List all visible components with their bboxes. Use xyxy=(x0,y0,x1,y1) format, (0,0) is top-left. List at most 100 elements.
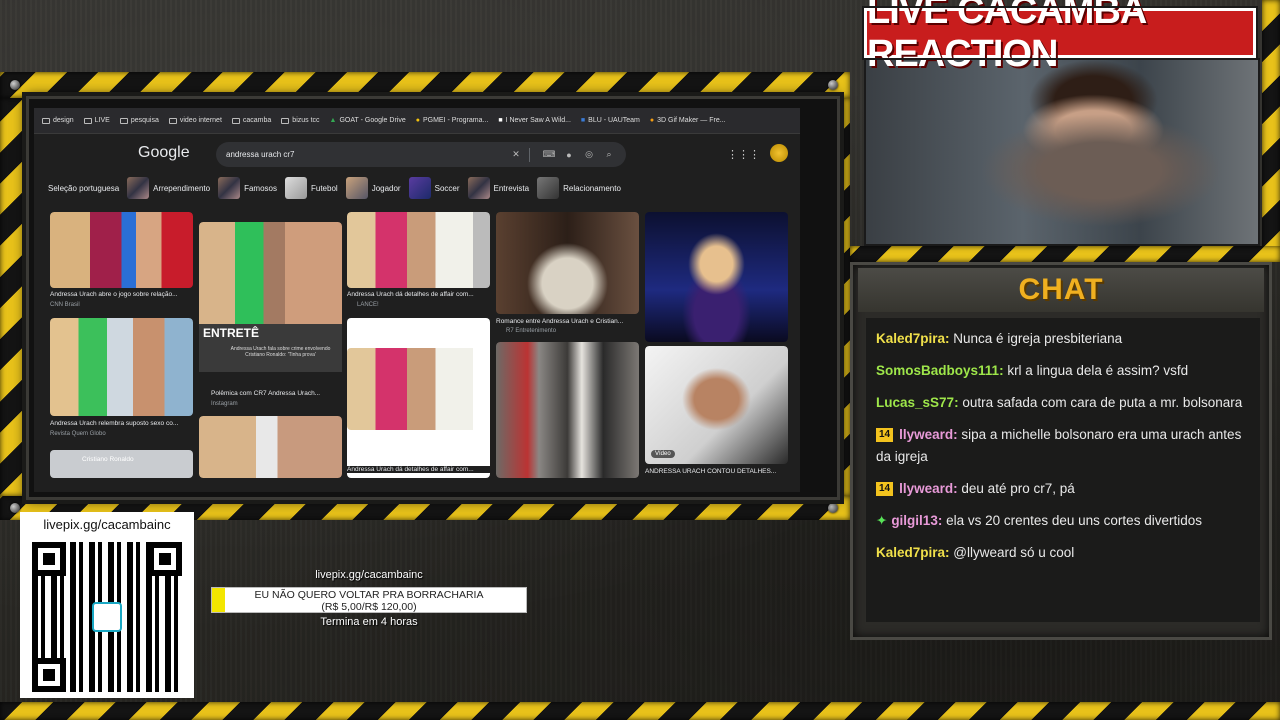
chat-username[interactable]: llyweard xyxy=(899,427,953,442)
image-result[interactable] xyxy=(645,212,788,342)
result-image xyxy=(199,416,342,478)
bookmark-3d-gif[interactable]: ● 3D Gif Maker — Fre... xyxy=(650,117,726,124)
result-caption: Polêmica com CR7 Andressa Urach... xyxy=(211,390,321,397)
bookmark-goat[interactable]: ▲ GOAT - Google Drive xyxy=(330,117,406,124)
chat-message: Kaled7pira: Nunca é igreja presbiteriana xyxy=(876,328,1250,350)
chat-username[interactable]: Kaled7pira xyxy=(876,545,945,560)
bolt-icon xyxy=(10,503,20,513)
result-caption: Cristiano Ronaldo xyxy=(82,456,134,463)
bookmark-bizus-tcc[interactable]: bizus tcc xyxy=(281,117,320,124)
chat-username[interactable]: llyweard xyxy=(899,481,953,496)
google-logo[interactable]: Google xyxy=(138,144,190,162)
result-image xyxy=(645,212,788,342)
chip-arrependimento[interactable]: Arrependimento xyxy=(127,177,210,199)
hazard-stripe-top xyxy=(0,72,850,98)
result-caption: Andressa Urach dá detalhes de affair com… xyxy=(347,291,474,298)
overlay-subtitle: Andressa Urach fala sobre crime envolven… xyxy=(230,346,331,358)
donation-goal-bar: EU NÃO QUERO VOLTAR PRA BORRACHARIA (R$ … xyxy=(211,587,527,613)
result-image xyxy=(347,212,490,288)
browser-window: design LIVE pesquisa video internet caca… xyxy=(34,108,800,492)
image-result[interactable]: ENTRETÊ Andressa Urach fala sobre crime … xyxy=(199,222,342,412)
microphone-icon[interactable]: ● xyxy=(562,150,576,160)
chat-message: SomosBadboys111: krl a lingua dela é ass… xyxy=(876,360,1250,382)
result-caption: Romance entre Andressa Urach e Cristian.… xyxy=(496,318,624,325)
hazard-stripe-bottom xyxy=(0,702,1280,720)
chat-message: 14 llyweard: sipa a michelle bolsonaro er… xyxy=(876,424,1250,468)
goal-amount: (R$ 5,00/R$ 120,00) xyxy=(321,601,417,613)
qr-finder xyxy=(32,542,66,576)
result-image xyxy=(496,342,639,478)
chat-title: CHAT xyxy=(858,268,1264,312)
bookmark-pgmei[interactable]: ● PGMEI - Programa... xyxy=(416,117,489,124)
chip-entrevista[interactable]: Entrevista xyxy=(467,177,529,199)
result-source: Revista Quem Globo xyxy=(50,431,106,437)
result-image xyxy=(347,348,490,430)
google-header: Google andressa urach cr7 ✕ ⌨ ● ◎ ⌕ ⋮⋮⋮ xyxy=(34,134,800,174)
image-result[interactable]: Andressa Urach dá detalhes de affair com… xyxy=(347,212,490,314)
image-results-grid: Andressa Urach abre o jogo sobre relação… xyxy=(50,212,790,482)
qr-finder xyxy=(148,542,182,576)
goal-ends: Termina em 4 horas xyxy=(320,616,418,628)
folder-icon xyxy=(42,117,50,124)
bookmark-cacamba[interactable]: cacamba xyxy=(231,117,271,124)
bookmark-blu[interactable]: ■ BLU - UAUTeam xyxy=(581,117,640,124)
bookmark-pesquisa[interactable]: pesquisa xyxy=(119,117,159,124)
live-banner: LIVE CACAMBA REACTION xyxy=(862,0,1258,75)
goal-title: EU NÃO QUERO VOLTAR PRA BORRACHARIA xyxy=(254,589,484,601)
folder-icon xyxy=(83,117,92,124)
image-result[interactable]: Vídeo ANDRESSA URACH CONTOU DETALHES... xyxy=(645,346,788,478)
chat-username[interactable]: Kaled7pira xyxy=(876,331,945,346)
hazard-stripe-cam-bottom xyxy=(850,246,1280,262)
chat-text: outra safada com cara de puta a mr. bols… xyxy=(958,395,1243,410)
chip-jogador[interactable]: Jogador xyxy=(345,177,401,199)
result-caption: Andressa Urach abre o jogo sobre relação… xyxy=(50,291,178,298)
lens-icon[interactable]: ◎ xyxy=(582,149,596,160)
chat-username[interactable]: gilgil13 xyxy=(891,513,938,528)
chat-message: Kaled7pira: @llyweard só u cool xyxy=(876,542,1250,564)
chip-relacionamento[interactable]: Relacionamento xyxy=(537,177,621,199)
chat-username[interactable]: SomosBadboys111 xyxy=(876,363,999,378)
chat-username[interactable]: Lucas_sS77 xyxy=(876,395,954,410)
image-result[interactable]: Cristiano Ronaldo xyxy=(50,450,193,478)
webcam-feed xyxy=(864,58,1260,246)
chip-selecao-portuguesa[interactable]: Seleção portuguesa xyxy=(48,184,119,193)
folder-icon xyxy=(281,117,290,124)
qr-finder xyxy=(32,658,66,692)
chip-futebol[interactable]: Futebol xyxy=(285,177,338,199)
chip-thumbnail xyxy=(345,177,368,199)
sub-badge: 14 xyxy=(876,428,894,442)
result-source: R7 Entretenimento xyxy=(506,328,557,334)
apps-grid-icon[interactable]: ⋮⋮⋮ xyxy=(727,148,760,161)
search-input[interactable]: andressa urach cr7 ✕ ⌨ ● ◎ ⌕ xyxy=(216,142,626,167)
site-icon: ● xyxy=(415,117,420,124)
overlay-title: ENTRETÊ xyxy=(203,326,260,340)
keyboard-icon[interactable]: ⌨ xyxy=(542,149,556,160)
gem-badge-icon: ✦ xyxy=(876,513,888,528)
site-icon: ● xyxy=(649,117,655,124)
chat-text: deu até pro cr7, pá xyxy=(957,481,1075,496)
image-result[interactable] xyxy=(496,342,639,478)
chip-thumbnail xyxy=(467,177,490,199)
image-result[interactable]: Andressa Urach abre o jogo sobre relação… xyxy=(50,212,193,316)
qr-card: livepix.gg/cacambainc xyxy=(20,512,194,698)
image-result[interactable]: Andressa Urach relembra suposto sexo co.… xyxy=(50,318,193,444)
qr-code[interactable] xyxy=(32,542,182,692)
search-icon[interactable]: ⌕ xyxy=(602,149,616,160)
image-result[interactable]: Romance entre Andressa Urach e Cristian.… xyxy=(496,212,639,336)
clear-icon[interactable]: ✕ xyxy=(509,149,523,160)
goal-text: EU NÃO QUERO VOLTAR PRA BORRACHARIA (R$ … xyxy=(212,588,526,612)
bookmark-live[interactable]: LIVE xyxy=(83,117,110,124)
chip-thumbnail xyxy=(218,177,241,199)
image-result[interactable]: Andressa Urach dá detalhes de affair com… xyxy=(347,318,490,478)
bookmark-design[interactable]: design xyxy=(42,117,74,124)
chip-soccer[interactable]: Soccer xyxy=(408,177,460,199)
chip-famosos[interactable]: Famosos xyxy=(218,177,277,199)
avatar[interactable] xyxy=(770,144,788,162)
result-source: LANCE! xyxy=(357,302,379,308)
chat-text: Nunca é igreja presbiteriana xyxy=(949,331,1123,346)
bookmark-wild[interactable]: ■ I Never Saw A Wild... xyxy=(498,117,571,124)
bookmark-video-internet[interactable]: video internet xyxy=(168,117,222,124)
image-result[interactable] xyxy=(199,416,342,478)
chat-message: Lucas_sS77: outra safada com cara de put… xyxy=(876,392,1250,414)
filter-chips: Seleção portuguesa Arrependimento Famoso… xyxy=(34,174,800,202)
